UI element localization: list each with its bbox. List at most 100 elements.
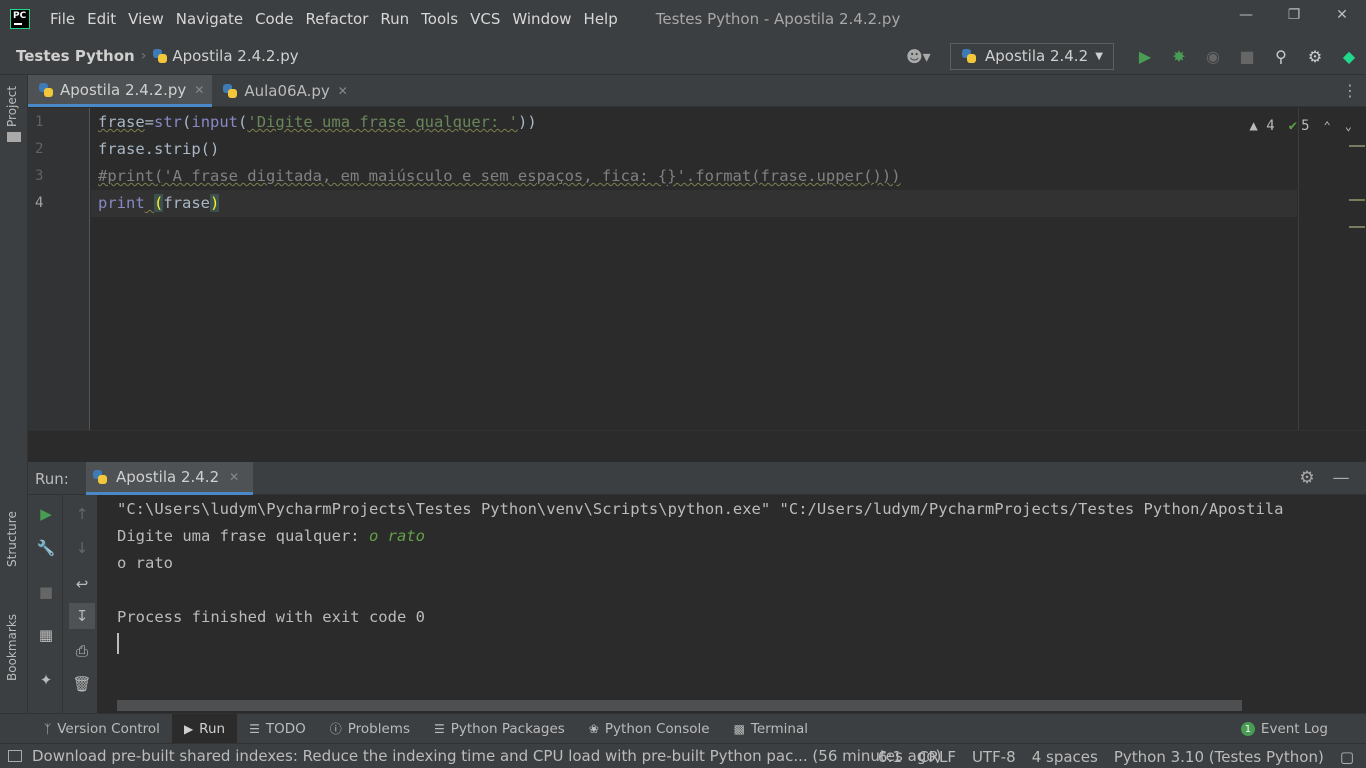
code-token: ( [154, 194, 164, 212]
pin-icon[interactable]: ✦ [33, 667, 59, 693]
tool-window-bar: ᛉ Version Control ▶ Run ☰ TODO ⓘ Problems ☰ P… [0, 713, 1366, 744]
menu-run[interactable]: Run [374, 10, 415, 28]
menu-refactor[interactable]: Refactor [299, 10, 374, 28]
console-output-line: o rato [117, 554, 173, 572]
gear-icon[interactable]: ⚙ [1290, 468, 1324, 488]
chevron-down-icon: ▼ [1095, 50, 1103, 62]
rerun-icon[interactable]: ▶ [33, 501, 59, 527]
more-vertical-icon[interactable]: ⋮ [1342, 81, 1358, 100]
debug-icon[interactable]: ✸ [1162, 47, 1196, 66]
menu-code[interactable]: Code [249, 10, 299, 28]
project-tool-tab[interactable]: Project [5, 86, 19, 127]
trash-icon[interactable]: 🗑 [69, 671, 95, 697]
layout-icon[interactable]: ▦ [33, 622, 59, 648]
restore-icon[interactable]: ❐ [1270, 0, 1318, 30]
menu-tools[interactable]: Tools [415, 10, 464, 28]
run-panel-title: Run: [35, 470, 69, 488]
line-separator[interactable]: CRLF [910, 748, 964, 766]
error-stripe-mark[interactable] [1349, 226, 1365, 228]
run-tab-apostila[interactable]: Apostila 2.4.2 ✕ [86, 462, 254, 495]
arrow-up-icon[interactable]: ↑ [69, 501, 95, 527]
run-console[interactable]: "C:\Users\ludym\PycharmProjects\Testes P… [97, 495, 1366, 713]
console-command-line: "C:\Users\ludym\PycharmProjects\Testes P… [117, 500, 1284, 518]
lock-icon[interactable]: ▢ [1332, 748, 1366, 766]
breadcrumb-separator-icon: › [140, 47, 147, 64]
tool-label: Version Control [57, 720, 160, 737]
breadcrumb-file[interactable]: Apostila 2.4.2.py [172, 47, 298, 65]
warning-count[interactable]: ▲ 4 [1249, 118, 1274, 134]
event-log-button[interactable]: 1 Event Log [1240, 714, 1328, 744]
console-user-input: o rato [368, 527, 425, 545]
bookmarks-tool-tab[interactable]: Bookmarks [5, 614, 19, 681]
code-token: str [154, 113, 183, 131]
code-line-1[interactable]: frase=str(input('Digite uma frase qualqu… [98, 113, 537, 131]
soft-wrap-icon[interactable]: ↩ [69, 571, 95, 597]
minimize-icon[interactable]: — [1222, 0, 1270, 30]
tool-label: Python Console [604, 720, 710, 737]
structure-tool-tab[interactable]: Structure [5, 511, 19, 567]
main-menu: File Edit View Navigate Code Refactor Ru… [44, 10, 624, 28]
tab-aula06a[interactable]: Aula06A.py ✕ [212, 75, 355, 107]
current-line-highlight [91, 190, 1297, 217]
menu-help[interactable]: Help [578, 10, 624, 28]
tab-apostila[interactable]: Apostila 2.4.2.py ✕ [28, 75, 213, 107]
hide-panel-icon[interactable]: — [1324, 468, 1358, 488]
inspection-widget[interactable]: ▲ 4 ✔ 5 ⌃ ⌄ [1249, 118, 1352, 134]
tool-label: Run [199, 720, 226, 737]
print-icon[interactable]: ⎙ [69, 638, 95, 664]
stop-icon[interactable]: ■ [1230, 47, 1264, 66]
python-interpreter[interactable]: Python 3.10 (Testes Python) [1106, 748, 1332, 766]
close-icon[interactable]: ✕ [229, 470, 239, 484]
stop-icon[interactable]: ■ [33, 579, 59, 605]
gear-icon[interactable]: ⚙ [1298, 47, 1332, 66]
close-icon[interactable]: ✕ [194, 83, 204, 97]
console-prompt: Digite uma frase qualquer: [117, 527, 369, 545]
horizontal-scrollbar[interactable] [117, 700, 1242, 711]
tool-version-control[interactable]: ᛉ Version Control [32, 714, 172, 744]
search-icon[interactable]: ⚲ [1264, 47, 1298, 66]
scroll-to-end-icon[interactable]: ↧ [69, 603, 95, 629]
code-editor[interactable]: frase=str(input('Digite uma frase qualqu… [91, 108, 1366, 430]
indent-setting[interactable]: 4 spaces [1024, 748, 1106, 766]
tool-label: Python Packages [450, 720, 565, 737]
menu-vcs[interactable]: VCS [464, 10, 506, 28]
event-count-badge: 1 [1240, 722, 1255, 736]
wrench-icon[interactable]: 🔧 [33, 535, 59, 561]
tool-terminal[interactable]: ▩ Terminal [722, 714, 820, 744]
coverage-icon[interactable]: ◉ [1196, 47, 1230, 66]
close-window-icon[interactable]: ✕ [1318, 0, 1366, 30]
code-line-3[interactable]: #print('A frase digitada, em maiúsculo e… [98, 167, 901, 185]
user-icon[interactable]: ☻▾ [906, 47, 938, 66]
breadcrumb-project[interactable]: Testes Python [16, 47, 135, 65]
chevron-down-icon[interactable]: ⌄ [1345, 119, 1352, 133]
run-tool-window-header: Run: Apostila 2.4.2 ✕ ⚙ — [28, 462, 1366, 495]
status-bar: Download pre-built shared indexes: Reduc… [0, 743, 1366, 768]
arrow-down-icon[interactable]: ↓ [69, 535, 95, 561]
tool-python-console[interactable]: ❀ Python Console [577, 714, 722, 744]
run-configuration-select[interactable]: Apostila 2.4.2 ▼ [950, 42, 1114, 70]
menu-edit[interactable]: Edit [81, 10, 122, 28]
status-message[interactable]: Download pre-built shared indexes: Reduc… [32, 747, 941, 765]
error-stripe-mark[interactable] [1349, 199, 1365, 201]
file-encoding[interactable]: UTF-8 [964, 748, 1024, 766]
tool-todo[interactable]: ☰ TODO [237, 714, 318, 744]
close-icon[interactable]: ✕ [338, 84, 348, 98]
chevron-up-icon[interactable]: ⌃ [1324, 119, 1331, 133]
caret-position[interactable]: 6:1 [870, 748, 910, 766]
error-stripe-mark[interactable] [1349, 145, 1365, 147]
tool-python-packages[interactable]: ☰ Python Packages [422, 714, 577, 744]
code-line-4[interactable]: print (frase) [98, 194, 220, 212]
toggle-tool-windows-icon[interactable] [8, 750, 22, 762]
tab-label: Aula06A.py [244, 82, 330, 100]
tool-run[interactable]: ▶ Run [171, 713, 238, 744]
code-line-2[interactable]: frase.strip() [98, 140, 219, 158]
run-icon[interactable]: ▶ [1128, 47, 1162, 66]
menu-view[interactable]: View [122, 10, 170, 28]
run-icon: ▶ [183, 721, 194, 736]
tool-problems[interactable]: ⓘ Problems [318, 714, 422, 744]
menu-window[interactable]: Window [506, 10, 577, 28]
jetbrains-toolbox-icon[interactable]: ◆ [1332, 47, 1366, 66]
menu-file[interactable]: File [44, 10, 81, 28]
code-token: input [191, 113, 239, 131]
menu-navigate[interactable]: Navigate [170, 10, 249, 28]
